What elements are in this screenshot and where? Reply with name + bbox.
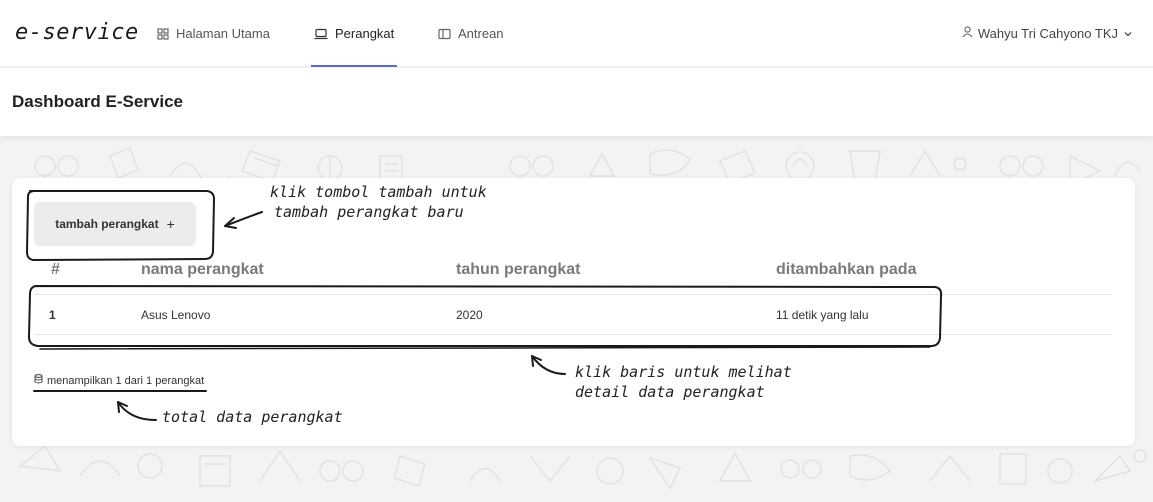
table-row-note: klik baris untuk melihat detail data per… <box>575 362 792 402</box>
count-note: total data perangkat <box>162 408 343 426</box>
column-header-year: tahun perangkat <box>456 261 581 278</box>
table-row[interactable]: 1 Asus Lenovo 2020 11 detik yang lalu <box>34 295 1112 335</box>
row-note-line-2: detail data perangkat <box>575 383 765 401</box>
device-count-text: menampilkan 1 dari 1 perangkat <box>47 374 205 387</box>
chevron-down-icon <box>1123 26 1133 41</box>
column-header-number: # <box>51 261 60 278</box>
nav-item-halaman-utama[interactable]: Halaman Utama <box>157 0 270 67</box>
column-header-added: ditambahkan pada <box>776 261 917 278</box>
nav-item-antrean[interactable]: Antrean <box>438 0 504 67</box>
add-note-line-2: tambah perangkat baru <box>274 203 464 221</box>
top-navbar: e-service Halaman Utama Perangkat Antrea… <box>0 0 1153 67</box>
user-name: Wahyu Tri Cahyono TKJ <box>977 26 1118 41</box>
brand-logo[interactable]: e-service <box>15 20 139 45</box>
row-added-time: 11 detik yang lalu <box>776 308 869 322</box>
page-title: Dashboard E-Service <box>12 92 184 111</box>
nav-item-perangkat[interactable]: Perangkat <box>311 0 397 67</box>
page-header: Dashboard E-Service <box>0 68 1153 136</box>
grid-icon <box>157 27 169 40</box>
add-note-line-1: klik tombol tambah untuk <box>270 183 487 201</box>
user-icon <box>962 26 973 41</box>
row-device-name: Asus Lenovo <box>141 308 211 322</box>
plus-icon: + <box>166 216 175 232</box>
row-note-line-1: klik baris untuk melihat <box>575 363 792 381</box>
nav-item-label: Antrean <box>458 26 504 41</box>
device-count-info: menampilkan 1 dari 1 perangkat <box>34 374 204 387</box>
row-number: 1 <box>49 308 56 322</box>
device-card: tambah perangkat + # nama perangkat tahu… <box>12 178 1135 446</box>
row-device-year: 2020 <box>456 308 483 322</box>
column-header-name: nama perangkat <box>141 261 264 278</box>
queue-icon <box>438 28 451 40</box>
database-icon <box>34 374 43 387</box>
nav-item-label: Perangkat <box>335 26 395 41</box>
nav-item-label: Halaman Utama <box>176 26 270 41</box>
laptop-icon <box>314 28 328 40</box>
add-button-note: klik tombol tambah untuk tambah perangka… <box>270 182 487 222</box>
user-menu[interactable]: Wahyu Tri Cahyono TKJ <box>962 0 1133 67</box>
add-device-button[interactable]: tambah perangkat + <box>34 202 196 246</box>
add-device-label: tambah perangkat <box>55 217 159 231</box>
